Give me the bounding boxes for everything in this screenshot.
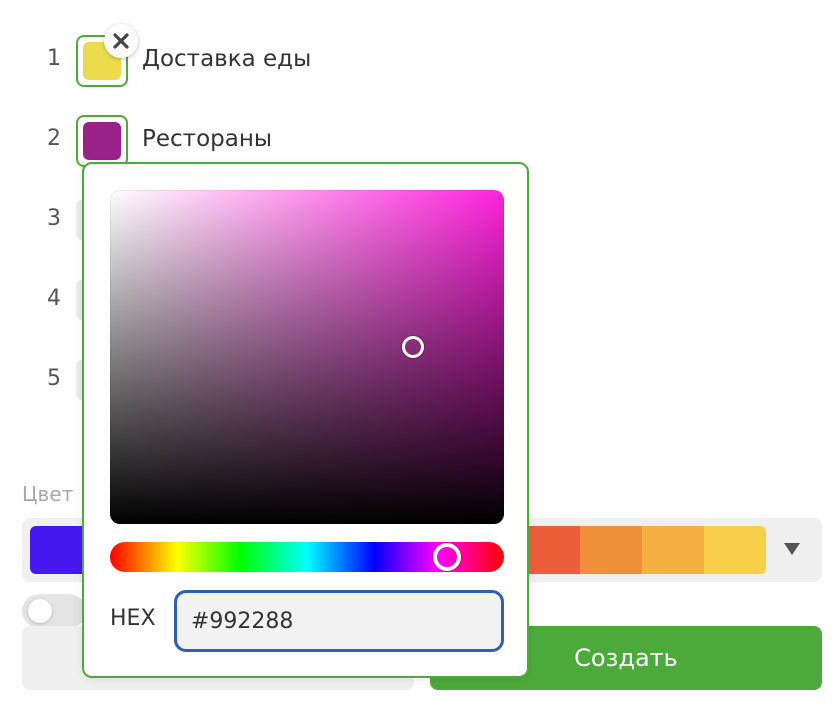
category-label: Доставка еды xyxy=(142,46,312,72)
color-swatch-button[interactable] xyxy=(76,115,128,167)
row-number: 1 xyxy=(47,46,61,71)
close-icon xyxy=(113,33,129,49)
saturation-handle[interactable] xyxy=(402,336,424,358)
row-number: 4 xyxy=(47,286,61,311)
saturation-area[interactable] xyxy=(110,190,504,524)
row-number: 3 xyxy=(47,206,61,231)
remove-button[interactable] xyxy=(104,24,138,58)
toggle-switch[interactable] xyxy=(22,594,86,628)
color-label: Цвет xyxy=(22,482,74,506)
category-label: Рестораны xyxy=(142,126,273,152)
toggle-knob xyxy=(28,599,52,623)
hue-handle[interactable] xyxy=(433,543,461,571)
triangle-down-icon xyxy=(784,543,800,555)
palette-segment xyxy=(580,526,643,574)
hex-input[interactable] xyxy=(174,590,504,652)
row-number: 5 xyxy=(47,366,61,391)
palette-segment xyxy=(704,526,766,574)
row-number: 2 xyxy=(47,126,61,151)
color-swatch xyxy=(83,122,121,160)
hue-slider[interactable] xyxy=(110,542,504,572)
color-picker-popover: HEX xyxy=(82,162,529,678)
hex-label: HEX xyxy=(110,606,156,631)
palette-segment xyxy=(642,526,705,574)
